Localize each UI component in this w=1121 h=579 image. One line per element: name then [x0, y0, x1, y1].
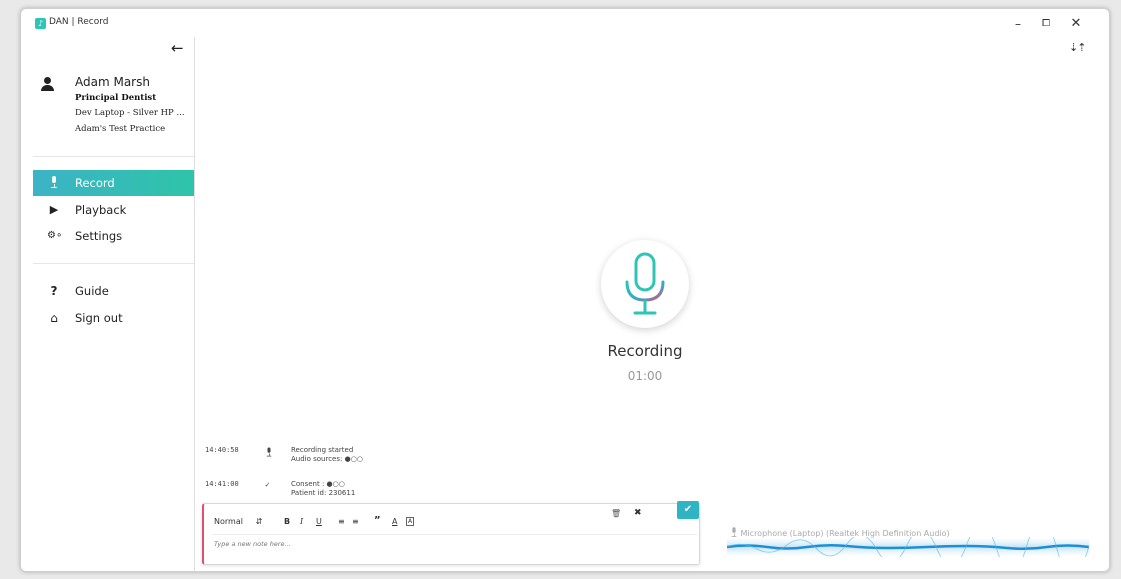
recording-timer: 01:00: [627, 369, 663, 383]
sidebar-divider: [33, 263, 194, 264]
note-input[interactable]: [214, 540, 684, 548]
sidebar-item-sign-out[interactable]: ⌂ Sign out: [33, 305, 194, 331]
style-select[interactable]: Normal ⇵: [214, 517, 262, 526]
text-color-button[interactable]: A: [392, 517, 397, 526]
cancel-note-button[interactable]: ✖: [634, 508, 642, 518]
app-window: ♪ DAN | Record – ⧠ ✕ ⇣⇡ ← Adam Marsh Pri…: [20, 8, 1110, 572]
audio-waveform: [727, 537, 1089, 557]
sidebar-item-playback[interactable]: ▶ Playback: [33, 197, 194, 223]
main-panel: Recording 01:00 14:40:58 Recording start…: [195, 37, 1109, 571]
italic-button[interactable]: I: [300, 517, 303, 526]
user-role: Principal Dentist: [75, 93, 157, 103]
save-note-button[interactable]: ✔: [677, 501, 699, 519]
check-icon: ✓: [265, 480, 270, 489]
home-icon: ⌂: [50, 311, 58, 325]
sidebar-item-settings[interactable]: ⚙∘ Settings: [33, 223, 194, 249]
user-device: Dev Laptop - Silver HP ...: [75, 108, 185, 118]
title-bar: ♪ DAN | Record – ⧠ ✕: [21, 9, 1109, 39]
sidebar: ← Adam Marsh Principal Dentist Dev Lapto…: [21, 37, 195, 571]
editor-divider: [212, 534, 697, 535]
sidebar-item-label: Settings: [75, 229, 123, 243]
clear-format-icon[interactable]: A: [406, 517, 415, 526]
app-logo-icon: ♪: [35, 18, 46, 29]
trash-icon[interactable]: 🗑: [611, 509, 621, 518]
log-time: 14:41:00: [205, 480, 239, 488]
bold-button[interactable]: B: [284, 517, 290, 526]
close-button[interactable]: ✕: [1063, 14, 1089, 34]
question-icon: ?: [50, 284, 58, 298]
window-title: DAN | Record: [49, 17, 109, 27]
sidebar-item-label: Sign out: [75, 311, 123, 325]
maximize-button[interactable]: ⧠: [1033, 14, 1059, 34]
note-editor: Normal ⇵ B I U ≡ ≡ ” A A 🗑 ✖ ✔: [202, 501, 700, 565]
user-practice: Adam's Test Practice: [75, 124, 166, 134]
sidebar-item-label: Playback: [75, 203, 127, 217]
gears-icon: ⚙∘: [47, 230, 63, 241]
user-icon: [41, 77, 55, 91]
sidebar-item-record[interactable]: Record: [33, 170, 194, 196]
recording-status: Recording: [607, 342, 683, 360]
log-text: Recording started Audio sources: ●○○: [291, 446, 363, 463]
arrow-left-icon[interactable]: ←: [171, 39, 184, 57]
quote-button[interactable]: ”: [374, 515, 381, 526]
sidebar-divider: [33, 156, 194, 157]
record-button[interactable]: [601, 240, 689, 328]
play-icon: ▶: [49, 203, 59, 216]
microphone-icon: [47, 176, 61, 190]
sidebar-item-label: Guide: [75, 284, 109, 298]
minimize-button[interactable]: –: [1005, 14, 1031, 34]
log-time: 14:40:58: [205, 446, 239, 454]
microphone-icon: [625, 252, 665, 315]
underline-button[interactable]: U: [316, 517, 322, 526]
log-text: Consent : ●○○ Patient id: 230611: [291, 480, 356, 497]
bullet-list-icon[interactable]: ≡: [352, 517, 359, 526]
user-name: Adam Marsh: [75, 75, 150, 89]
microphone-icon: [265, 446, 273, 460]
sidebar-item-label: Record: [75, 176, 115, 190]
sidebar-item-guide[interactable]: ? Guide: [33, 278, 194, 304]
ordered-list-icon[interactable]: ≡: [338, 517, 345, 526]
